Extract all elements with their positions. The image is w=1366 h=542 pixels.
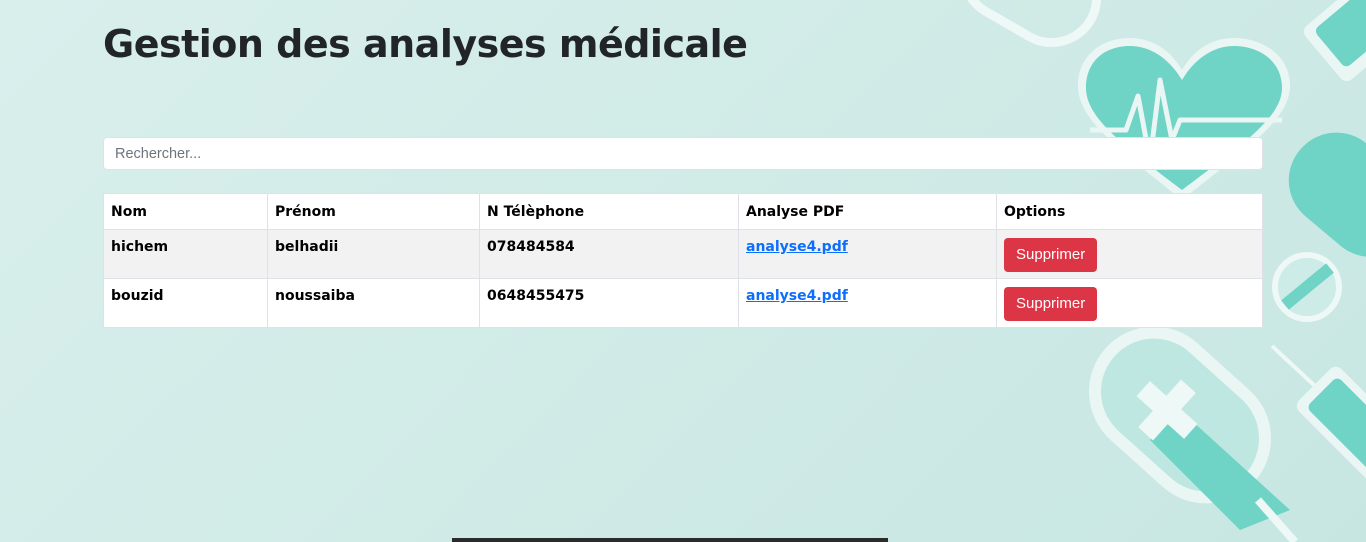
table-row: hichem belhadii 078484584 analyse4.pdf S… [103,229,1263,279]
page-title: Gestion des analyses médicale [103,22,748,66]
cell-options: Supprimer [996,278,1263,328]
column-header-nom: Nom [103,193,268,230]
bottom-scrollbar[interactable] [452,538,888,542]
cell-telephone: 0648455475 [479,278,739,328]
analyse-pdf-link[interactable]: analyse4.pdf [746,239,848,255]
syringe-icon [1303,0,1366,82]
syringe-icon [1270,344,1366,481]
cell-analyse-pdf: analyse4.pdf [738,229,997,279]
column-header-telephone: N Télèphone [479,193,739,230]
cell-telephone: 078484584 [479,229,739,279]
tablet-icon [1272,252,1342,322]
column-header-prenom: Prénom [267,193,480,230]
table-header-row: Nom Prénom N Télèphone Analyse PDF Optio… [103,193,1263,230]
cell-prenom: noussaiba [267,278,480,328]
heart-pulse-icon [1078,38,1290,200]
cell-analyse-pdf: analyse4.pdf [738,278,997,328]
cell-nom: hichem [103,229,268,279]
analyses-table: Nom Prénom N Télèphone Analyse PDF Optio… [103,193,1263,328]
delete-button[interactable]: Supprimer [1004,238,1098,272]
column-header-options: Options [996,193,1263,230]
cell-nom: bouzid [103,278,268,328]
analyse-pdf-link[interactable]: analyse4.pdf [746,288,848,304]
delete-button[interactable]: Supprimer [1004,287,1098,321]
pill-capsule-icon [1288,132,1366,257]
search-input[interactable] [103,137,1263,170]
cell-options: Supprimer [996,229,1263,279]
cell-prenom: belhadii [267,229,480,279]
pill-capsule-icon [958,0,1102,47]
table-row: bouzid noussaiba 0648455475 analyse4.pdf… [103,278,1263,328]
medical-cross-icon [1088,326,1299,542]
column-header-analyse-pdf: Analyse PDF [738,193,997,230]
